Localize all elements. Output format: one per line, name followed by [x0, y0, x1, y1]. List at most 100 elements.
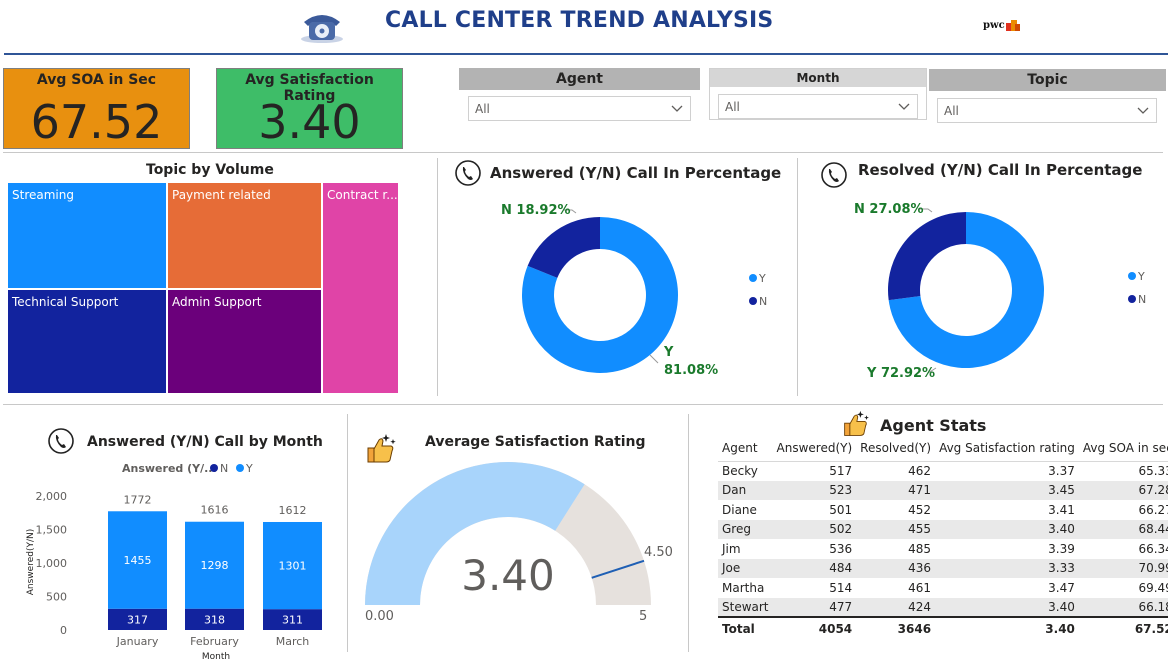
- answered-legend-y[interactable]: Y: [749, 272, 766, 285]
- bar-data-label-y: 1455: [124, 554, 152, 567]
- donut-slice-n[interactable]: [527, 217, 600, 278]
- month-slicer-value: All: [725, 100, 740, 114]
- column-header-resolved[interactable]: Resolved(Y): [856, 436, 936, 462]
- column-header-answered[interactable]: Answered(Y): [772, 436, 857, 462]
- table-row[interactable]: Diane 501 452 3.41 66.27: [718, 500, 1168, 520]
- agent-slicer-header: Agent: [459, 68, 700, 90]
- treemap-tile[interactable]: Technical Support: [8, 290, 166, 393]
- table-row[interactable]: Greg5024553.4068.44: [718, 519, 1168, 539]
- treemap-tile[interactable]: Admin Support: [168, 290, 321, 393]
- cell-soa: 67.28: [1078, 480, 1168, 500]
- kpi-avg-satisfaction-value: 3.40: [258, 95, 361, 149]
- column-header-agent[interactable]: Agent: [718, 436, 773, 462]
- answered-y-value-label: 81.08%: [664, 363, 719, 378]
- thumbs-up-sparkle-icon: [844, 410, 869, 436]
- cell-agent: Diane: [722, 502, 757, 517]
- legend-dot-n: [210, 464, 218, 472]
- row-divider-middle: [3, 404, 1163, 405]
- total-cell-soa: 67.52: [1078, 616, 1168, 639]
- month-slicer-dropdown[interactable]: All: [718, 94, 918, 119]
- legend-dot-n: [749, 297, 757, 305]
- bar-data-label-n: 311: [282, 614, 303, 627]
- cell-resolved: 485: [908, 541, 932, 556]
- table-row[interactable]: Dan5234713.4567.28: [718, 480, 1168, 500]
- column-header-soa[interactable]: Avg SOA in sec: [1078, 436, 1168, 462]
- y-axis-title: Answered(Y/N): [26, 529, 36, 596]
- kpi-avg-soa-label: Avg SOA in Sec: [36, 72, 157, 88]
- legend-label-n: N: [220, 462, 229, 475]
- treemap-tile-label: Contract r...: [327, 188, 398, 202]
- answered-by-month-bar-chart: 0 500 1,000 1,500 2,000 Answered(Y/N) 317 1455 1…: [26, 490, 322, 660]
- topic-slicer-value: All: [944, 104, 959, 118]
- y-tick-label: 500: [46, 591, 67, 604]
- satisfaction-gauge: 3.40 0.00 5 4.50: [365, 462, 673, 624]
- treemap-title: Topic by Volume: [146, 162, 274, 178]
- agent-stats-title: Agent Stats: [880, 416, 987, 435]
- gauge-min-label: 0.00: [365, 609, 394, 624]
- cell-resolved: 461: [908, 580, 932, 595]
- treemap-tile[interactable]: Payment related: [168, 183, 321, 288]
- treemap-tile[interactable]: Contract r...: [323, 183, 398, 393]
- legend-label-n: N: [1138, 293, 1147, 306]
- agent-stats-table: Agent Answered(Y) Resolved(Y) Avg Satisf…: [718, 436, 1168, 639]
- table-row[interactable]: Becky 517 462 3.37 65.33: [718, 461, 1168, 481]
- treemap-tile-label: Admin Support: [172, 295, 262, 309]
- legend-label-y: Y: [759, 272, 766, 285]
- resolved-n-label: N 27.08%: [854, 202, 924, 217]
- table-header-row: Agent Answered(Y) Resolved(Y) Avg Satisf…: [718, 436, 1168, 462]
- cell-agent: Dan: [718, 480, 773, 500]
- answered-donut-title: Answered (Y/N) Call In Percentage: [490, 164, 782, 182]
- cell-satisfaction: 3.47: [1048, 580, 1075, 595]
- cell-answered: 484: [772, 558, 857, 578]
- agent-slicer-value: All: [475, 102, 490, 116]
- answered-y-name-label: Y: [664, 345, 674, 360]
- donut-slice-n[interactable]: [888, 212, 966, 301]
- cell-satisfaction: 3.39: [1048, 541, 1075, 556]
- x-axis-title: Month: [202, 652, 230, 660]
- cell-answered: 477: [772, 597, 857, 617]
- cell-answered: 517: [829, 464, 853, 478]
- cell-resolved: 455: [856, 519, 936, 539]
- column-divider-4: [688, 414, 689, 652]
- phone-icon: [301, 15, 343, 43]
- cell-soa: 65.33: [1138, 464, 1168, 478]
- table-row[interactable]: Stewart4774243.4066.18: [718, 597, 1168, 617]
- resolved-legend-n[interactable]: N: [1128, 293, 1146, 306]
- answered-legend-n[interactable]: N: [749, 295, 767, 308]
- gauge-title: Average Satisfaction Rating: [425, 434, 646, 450]
- bar-data-label-y: 1301: [279, 560, 307, 573]
- table-row[interactable]: Martha 514 461 3.47 69.49: [718, 578, 1168, 598]
- resolved-legend-y[interactable]: Y: [1128, 270, 1145, 283]
- total-cell-answered: 4054: [772, 616, 857, 639]
- cell-satisfaction: 3.40: [935, 597, 1079, 617]
- pwc-logo: pwc: [983, 20, 1005, 31]
- column-header-satisfaction[interactable]: Avg Satisfaction rating: [935, 436, 1079, 462]
- legend-dot-n: [1128, 295, 1136, 303]
- resolved-donut-chart: [888, 208, 1044, 374]
- y-tick-label: 1,500: [36, 524, 68, 537]
- cell-soa: 66.27: [1138, 502, 1168, 517]
- topic-slicer-dropdown[interactable]: All: [937, 98, 1157, 123]
- phone-circle-icon: [821, 162, 847, 188]
- cell-resolved: 462: [908, 464, 932, 478]
- resolved-y-label: Y 72.92%: [867, 366, 936, 381]
- month-slicer-header: Month: [710, 69, 926, 87]
- bar-legend-y[interactable]: Y: [236, 462, 253, 475]
- cell-satisfaction: 3.41: [1048, 502, 1075, 517]
- legend-dot-y: [749, 274, 757, 282]
- total-cell-satisfaction: 3.40: [935, 616, 1079, 639]
- column-divider-2: [797, 158, 798, 396]
- table-row[interactable]: Jim 536 485 3.39 66.34: [718, 539, 1168, 559]
- bar-legend-n[interactable]: N: [210, 462, 228, 475]
- cell-agent: Jim: [722, 541, 741, 556]
- table-row[interactable]: Joe4844363.3370.99: [718, 558, 1168, 578]
- treemap-tile[interactable]: Streaming: [8, 183, 166, 288]
- gauge-value-label: 3.40: [461, 551, 555, 600]
- answered-n-label: N 18.92%: [501, 203, 571, 218]
- agent-slicer-dropdown[interactable]: All: [468, 96, 691, 121]
- bar-total-label: 1612: [279, 504, 307, 517]
- cell-resolved: 452: [908, 502, 932, 517]
- gauge-max-label: 5: [639, 609, 647, 624]
- x-tick-label: March: [276, 635, 310, 648]
- cell-answered: 502: [772, 519, 857, 539]
